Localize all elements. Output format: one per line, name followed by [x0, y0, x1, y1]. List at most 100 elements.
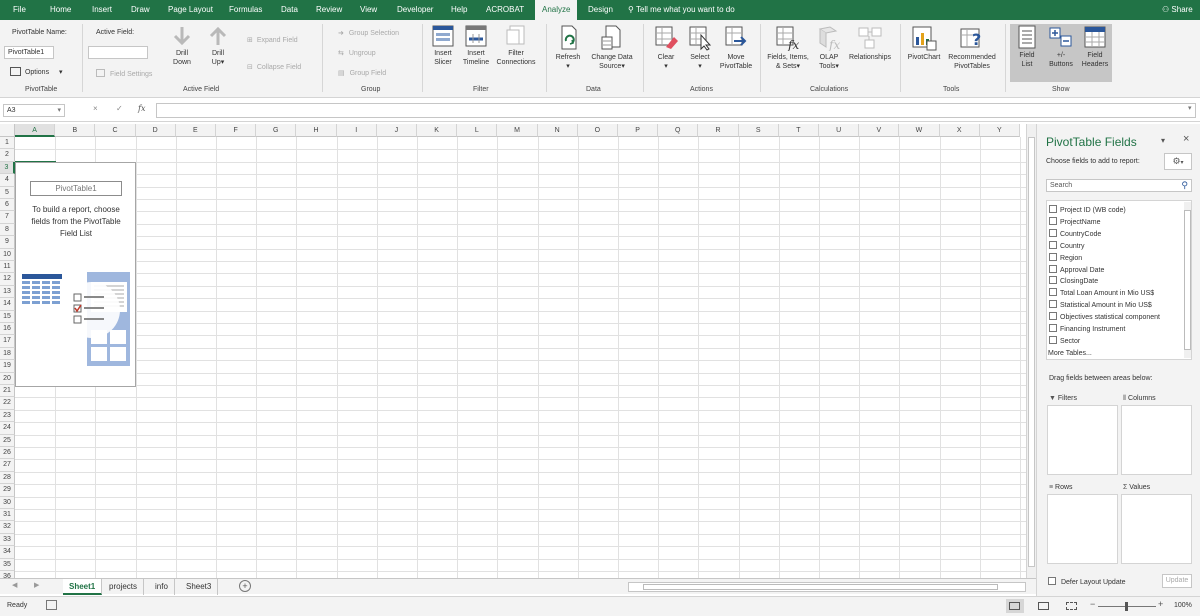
column-header-a[interactable]: A — [15, 124, 56, 137]
share-button[interactable]: ⚇ Share — [1162, 0, 1193, 20]
zoom-out-icon[interactable]: − — [1090, 599, 1095, 609]
insert-timeline-button[interactable]: Insert Timeline — [460, 25, 492, 67]
row-header-10[interactable]: 10 — [0, 248, 15, 261]
sheet-tab-sheet3[interactable]: Sheet3 — [180, 579, 219, 595]
collapse-field-button[interactable]: ⊟ Collapse Field — [247, 63, 301, 71]
horizontal-scrollbar[interactable] — [628, 582, 1026, 592]
row-header-2[interactable]: 2 — [0, 149, 15, 162]
zoom-level[interactable]: 100% — [1174, 602, 1192, 609]
column-header-f[interactable]: F — [216, 124, 257, 137]
column-header-g[interactable]: G — [256, 124, 297, 137]
field-checkbox[interactable] — [1049, 228, 1057, 237]
vertical-scrollbar[interactable] — [1026, 124, 1036, 578]
field-checkbox[interactable] — [1049, 300, 1057, 309]
row-header-9[interactable]: 9 — [0, 236, 15, 249]
field-checkbox[interactable] — [1049, 240, 1057, 249]
active-field-input[interactable] — [88, 46, 148, 59]
gear-icon[interactable]: ⚙▾ — [1164, 153, 1192, 170]
relationships-button[interactable]: Relationships — [846, 25, 894, 62]
field-item[interactable]: ClosingDate — [1049, 276, 1098, 288]
row-header-22[interactable]: 22 — [0, 397, 15, 410]
macro-record-icon[interactable] — [46, 600, 57, 610]
plus-minus-buttons-toggle[interactable]: +/- Buttons — [1044, 25, 1078, 69]
row-header-1[interactable]: 1 — [0, 137, 15, 150]
column-header-c[interactable]: C — [95, 124, 136, 137]
zoom-slider-handle[interactable] — [1125, 602, 1128, 611]
zoom-in-icon[interactable]: + — [1158, 599, 1163, 609]
tab-data[interactable]: Data — [281, 0, 298, 20]
row-header-5[interactable]: 5 — [0, 186, 15, 199]
row-header-25[interactable]: 25 — [0, 434, 15, 447]
insert-function-icon[interactable]: fx — [138, 104, 145, 113]
tab-acrobat[interactable]: ACROBAT — [486, 0, 524, 20]
row-header-27[interactable]: 27 — [0, 459, 15, 472]
field-item[interactable]: Region — [1049, 252, 1082, 265]
field-item[interactable]: Objectives statistical component — [1049, 312, 1160, 324]
field-item[interactable]: Approval Date — [1049, 264, 1104, 277]
column-header-h[interactable]: H — [296, 124, 337, 137]
field-checkbox[interactable] — [1049, 288, 1057, 297]
row-header-28[interactable]: 28 — [0, 471, 15, 485]
row-header-26[interactable]: 26 — [0, 447, 15, 460]
row-header-24[interactable]: 24 — [0, 422, 15, 435]
pivotchart-button[interactable]: PivotChart — [904, 25, 944, 62]
row-header-6[interactable]: 6 — [0, 199, 15, 212]
row-header-36[interactable]: 36 — [0, 571, 15, 578]
field-checkbox[interactable] — [1049, 312, 1057, 321]
pivottable-name-input[interactable]: PivotTable1 — [4, 46, 54, 59]
field-settings-button[interactable]: Field Settings — [96, 69, 152, 78]
column-header-d[interactable]: D — [135, 124, 176, 137]
column-header-t[interactable]: T — [778, 124, 819, 137]
field-checkbox[interactable] — [1049, 216, 1057, 225]
field-item[interactable]: Sector — [1049, 335, 1080, 348]
field-item[interactable]: Project ID (WB code) — [1049, 205, 1126, 217]
column-header-o[interactable]: O — [577, 124, 618, 137]
more-tables-link[interactable]: More Tables... — [1048, 350, 1092, 357]
row-header-16[interactable]: 16 — [0, 323, 15, 336]
values-drop-area[interactable] — [1121, 494, 1192, 564]
row-header-18[interactable]: 18 — [0, 347, 15, 361]
filter-connections-button[interactable]: Filter Connections — [494, 25, 538, 67]
scroll-right-icon[interactable]: ▶ — [34, 581, 39, 589]
field-item[interactable]: CountryCode — [1049, 228, 1101, 241]
tab-view[interactable]: View — [360, 0, 377, 20]
field-checkbox[interactable] — [1049, 264, 1057, 273]
column-header-m[interactable]: M — [497, 124, 538, 137]
field-item[interactable]: Country — [1049, 240, 1085, 253]
name-box[interactable]: A3 ▾ — [3, 104, 65, 117]
tab-home[interactable]: Home — [50, 0, 71, 20]
tab-file[interactable]: File — [13, 0, 26, 20]
group-selection-button[interactable]: ➜ Group Selection — [338, 29, 399, 37]
pivot-placeholder[interactable]: PivotTable1 To build a report, choose fi… — [15, 162, 136, 387]
sheet-tab-info[interactable]: info — [149, 579, 175, 595]
fields-items-sets-button[interactable]: fx Fields, Items, & Sets▾ — [764, 25, 812, 71]
row-header-14[interactable]: 14 — [0, 298, 15, 311]
drill-down-button[interactable]: Drill Down — [168, 25, 196, 67]
row-header-30[interactable]: 30 — [0, 496, 15, 509]
column-header-i[interactable]: I — [336, 124, 377, 137]
row-header-12[interactable]: 12 — [0, 273, 15, 286]
column-header-n[interactable]: N — [537, 124, 578, 137]
drill-up-button[interactable]: Drill Up▾ — [204, 25, 232, 67]
tab-formulas[interactable]: Formulas — [229, 0, 262, 20]
options-button[interactable]: Options ▾ — [10, 67, 63, 76]
column-header-l[interactable]: L — [457, 124, 498, 137]
row-header-32[interactable]: 32 — [0, 521, 15, 534]
horizontal-scroll-thumb[interactable] — [643, 584, 998, 590]
field-checkbox[interactable] — [1049, 276, 1057, 285]
row-header-19[interactable]: 19 — [0, 360, 15, 373]
ungroup-button[interactable]: ⇆ Ungroup — [338, 49, 376, 57]
change-data-source-button[interactable]: Change Data Source▾ — [588, 25, 636, 71]
columns-drop-area[interactable] — [1121, 405, 1192, 475]
row-header-15[interactable]: 15 — [0, 310, 15, 323]
field-search[interactable]: Search ⚲ — [1046, 179, 1192, 192]
cancel-icon[interactable]: × — [93, 104, 98, 113]
field-list-scrollbar[interactable] — [1184, 202, 1191, 358]
recommended-pivottables-button[interactable]: ? Recommended PivotTables — [945, 25, 999, 71]
select-button[interactable]: Select ▾ — [685, 25, 715, 71]
enter-icon[interactable]: ✓ — [116, 104, 123, 113]
column-header-b[interactable]: B — [55, 124, 96, 137]
formula-input[interactable] — [156, 103, 1196, 118]
field-checkbox[interactable] — [1049, 324, 1057, 332]
tab-help[interactable]: Help — [451, 0, 467, 20]
